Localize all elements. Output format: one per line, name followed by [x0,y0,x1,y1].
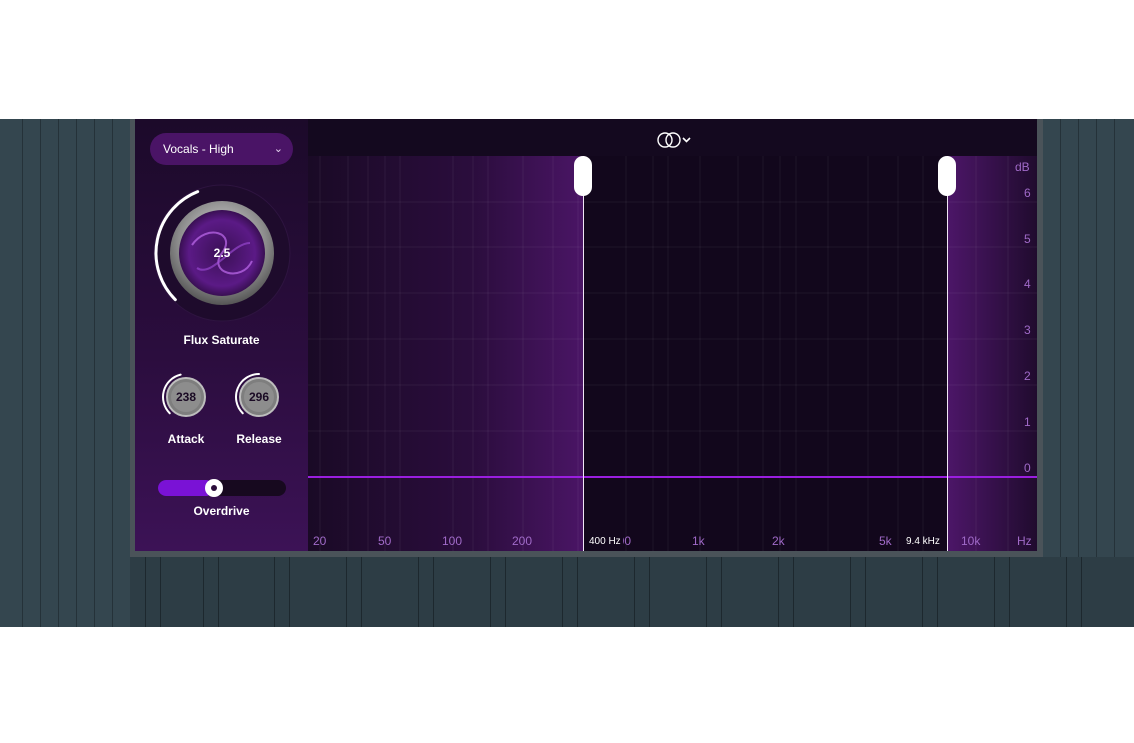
hz-tick: 100 [442,534,463,548]
hz-tick: 50 [378,534,392,548]
piano-roll-keys [130,557,1134,627]
low-band-region [308,156,583,551]
hz-tick: 200 [512,534,533,548]
high-band-handle[interactable] [938,156,956,196]
eq-toolbar [308,119,1037,156]
db-unit-label: dB [1015,160,1030,174]
high-band-frequency: 9.4 kHz [906,536,940,547]
db-tick: 0 [1024,461,1031,475]
plugin-window: Vocals - High ⌄ 2.5 Flux Saturate 238 At… [130,119,1043,557]
low-band-handle[interactable] [574,156,592,196]
attack-knob[interactable]: 238 [161,372,211,422]
high-band-line [947,156,948,551]
hz-unit-label: Hz [1017,534,1032,548]
chevron-down-icon [682,137,691,143]
controls-panel: Vocals - High ⌄ 2.5 Flux Saturate 238 At… [135,119,308,551]
stereo-link-button[interactable] [656,130,696,150]
high-band-region [948,156,1037,551]
flux-saturate-knob[interactable]: 2.5 [152,183,292,323]
release-label: Release [236,432,282,446]
preset-label: Vocals - High [163,142,234,156]
overdrive-label: Overdrive [193,504,250,518]
eq-display: dB 6 5 4 3 2 1 0 20 50 100 200 500 1k 2k… [308,119,1037,551]
hz-tick: 10k [961,534,981,548]
attack-label: Attack [167,432,205,446]
db-tick: 6 [1024,186,1031,200]
low-band-line [583,156,584,551]
db-tick: 3 [1024,323,1031,337]
flux-saturate-label: Flux Saturate [183,333,260,347]
hz-tick: 5k [879,534,892,548]
eq-graph[interactable]: dB 6 5 4 3 2 1 0 20 50 100 200 500 1k 2k… [308,156,1037,551]
db-tick: 5 [1024,232,1031,246]
hz-tick: 1k [692,534,705,548]
hz-tick: 20 [313,534,327,548]
stereo-link-icon [657,132,681,148]
db-tick: 2 [1024,369,1031,383]
release-knob[interactable]: 296 [234,372,284,422]
overdrive-slider[interactable] [158,479,286,497]
low-band-frequency: 400 Hz [589,536,623,547]
db-tick: 1 [1024,415,1031,429]
hz-tick: 2k [772,534,785,548]
flux-saturate-value: 2.5 [214,246,231,260]
preset-dropdown[interactable]: Vocals - High ⌄ [150,133,293,165]
release-value: 296 [249,390,269,404]
attack-value: 238 [176,390,196,404]
chevron-down-icon: ⌄ [273,143,283,155]
db-tick: 4 [1024,277,1031,291]
overdrive-thumb[interactable] [205,479,224,497]
